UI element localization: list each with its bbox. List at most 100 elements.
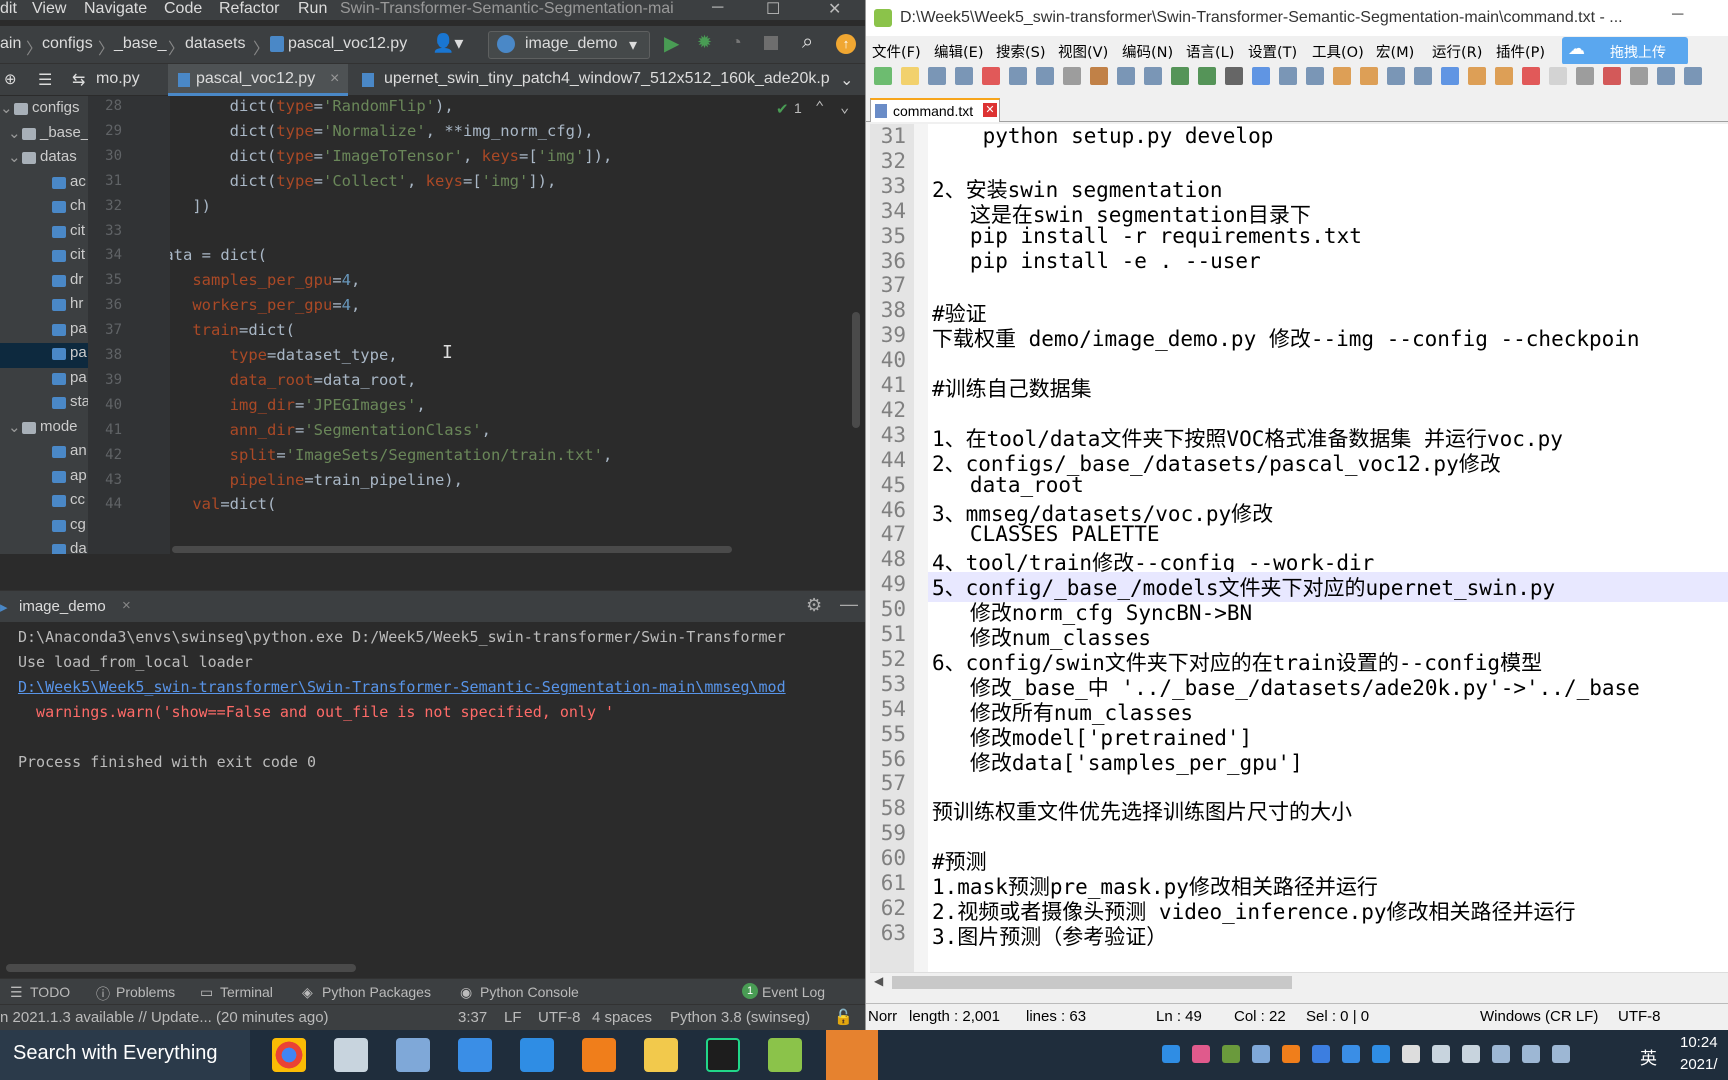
npp-text-area[interactable]: python setup.py develop 2、安装swin segmenta… [928,124,1728,972]
menu-settings[interactable]: 设置(T) [1248,41,1297,62]
toolbar-button-icon[interactable] [1549,67,1567,85]
menu-plugins[interactable]: 插件(P) [1496,41,1545,62]
feishu-icon[interactable] [520,1038,554,1072]
tree-item[interactable]: hr [0,294,88,319]
run-tab-label[interactable]: image_demo [19,598,106,615]
vcs-user-icon[interactable]: 👤▾ [432,33,463,54]
toolbar-button-icon[interactable] [1279,67,1297,85]
toolbar-button-icon[interactable] [1522,67,1540,85]
breadcrumb-datasets[interactable]: datasets [185,35,245,53]
chevron-down-icon[interactable]: ⌄ [0,99,13,117]
run-config-selector[interactable]: image_demo ▾ [488,31,650,59]
project-settings-icon[interactable]: ⊕ [4,70,17,88]
menu-encoding[interactable]: 编码(N) [1122,41,1173,62]
gear-icon[interactable]: ⚙ [806,595,822,616]
toolbar-button-icon[interactable] [1657,67,1675,85]
update-icon[interactable]: ↑ [836,34,856,54]
horizontal-scrollbar[interactable] [172,546,732,553]
tray-cloud-icon[interactable] [1342,1045,1360,1063]
stop-icon[interactable] [764,36,778,50]
hp-icon[interactable] [396,1038,430,1072]
toolbar-button-icon[interactable] [1036,67,1054,85]
pycharm-icon[interactable] [706,1038,740,1072]
scroll-thumb[interactable] [892,976,1292,989]
toolbar-button-icon[interactable] [1684,67,1702,85]
toolbar-button-icon[interactable] [1414,67,1432,85]
everything-search-box[interactable]: Search with Everything [0,1030,250,1080]
chevron-up-icon[interactable]: ⌃ [815,98,824,116]
tool-event-log[interactable]: Event Log [762,984,825,1000]
tray-app-icon[interactable] [1462,1045,1480,1063]
chevron-down-icon[interactable]: ⌄ [8,418,21,436]
coverage-icon[interactable]: ◔ [731,32,742,53]
tray-nvidia-icon[interactable] [1222,1045,1240,1063]
tree-item[interactable]: pa [0,343,88,368]
toolbar-button-icon[interactable] [1576,67,1594,85]
toolbar-button-icon[interactable] [1630,67,1648,85]
clock-time[interactable]: 10:24 [1680,1034,1718,1051]
minimize-panel-icon[interactable]: — [840,594,858,615]
baidu-netdisk-icon[interactable] [458,1038,492,1072]
menu-language[interactable]: 语言(L) [1186,41,1234,62]
chevron-down-icon[interactable]: ⌄ [8,148,21,166]
menu-edit[interactable]: 编辑(E) [934,41,983,62]
tree-item[interactable]: ⌄ datas [0,147,88,172]
search-tool-icon[interactable] [582,1038,616,1072]
toolbar-button-icon[interactable] [1495,67,1513,85]
tree-item[interactable]: cc [0,490,88,515]
breadcrumb-base[interactable]: _base_ [114,35,167,53]
notepadpp-icon[interactable] [768,1038,802,1072]
hide-icon[interactable]: ⇆ [72,70,85,90]
chevron-down-icon[interactable]: ⌄ [840,98,849,116]
tab-image-demo[interactable]: mo.py [96,70,140,88]
tree-item[interactable]: dr [0,270,88,295]
tray-app-icon[interactable] [1432,1045,1450,1063]
toolbar-button-icon[interactable] [982,67,1000,85]
tree-item[interactable]: ap [0,466,88,491]
toolbar-button-icon[interactable] [1333,67,1351,85]
menu-view[interactable]: View [32,0,66,18]
close-icon[interactable]: ✕ [828,0,841,19]
line-separator[interactable]: LF [504,1009,522,1026]
toolbar-button-icon[interactable] [1252,67,1270,85]
cloud-upload-button[interactable]: ☁ 拖拽上传 [1562,37,1688,65]
close-tab-icon[interactable]: × [330,70,339,88]
explorer-icon[interactable] [644,1038,678,1072]
code-editor[interactable]: ✔ 1 ⌃ ⌄ I dict(type='RandomFlip'), dict(… [170,96,865,554]
ime-indicator[interactable]: 英 [1640,1044,1657,1069]
tool-problems[interactable]: Problems [116,984,175,1000]
chrome-icon[interactable] [272,1038,306,1072]
close-tab-icon[interactable]: × [122,597,131,614]
close-tab-icon[interactable]: ✕ [983,103,997,117]
toolbar-button-icon[interactable] [928,67,946,85]
run-icon[interactable]: ▶ [664,31,679,56]
tree-item[interactable]: pa [0,319,88,344]
tool-todo[interactable]: TODO [30,984,70,1000]
bluetooth-icon[interactable] [1312,1045,1330,1063]
breadcrumb-configs[interactable]: configs [42,35,93,53]
npp-horizontal-scrollbar[interactable]: ◀ [870,972,1728,992]
menu-run[interactable]: 运行(R) [1432,41,1482,62]
toolbar-button-icon[interactable] [1603,67,1621,85]
active-app-icon[interactable] [826,1030,878,1080]
toolbar-button-icon[interactable] [1090,67,1108,85]
console-line[interactable]: D:\Week5\Week5_swin-transformer\Swin-Tra… [18,678,786,696]
tray-app-icon[interactable] [1372,1045,1390,1063]
update-status[interactable]: n 2021.1.3 available // Update... (20 mi… [0,1009,440,1026]
toolbar-button-icon[interactable] [901,67,919,85]
toolbar-button-icon[interactable] [1387,67,1405,85]
menu-edit[interactable]: dit [0,0,17,18]
menu-navigate[interactable]: Navigate [84,0,147,18]
vertical-scrollbar[interactable] [852,312,860,428]
menu-run[interactable]: Run [298,0,327,18]
file-encoding[interactable]: UTF-8 [538,1009,581,1026]
file-manager-icon[interactable] [334,1038,368,1072]
minimize-icon[interactable]: ─ [1672,6,1683,24]
tool-terminal[interactable]: Terminal [220,984,273,1000]
tree-item[interactable]: cit [0,245,88,270]
menu-tools[interactable]: 工具(O) [1312,41,1364,62]
toolbar-button-icon[interactable] [1306,67,1324,85]
menu-refactor[interactable]: Refactor [219,0,279,18]
menu-search[interactable]: 搜索(S) [996,41,1046,62]
toolbar-button-icon[interactable] [1198,67,1216,85]
